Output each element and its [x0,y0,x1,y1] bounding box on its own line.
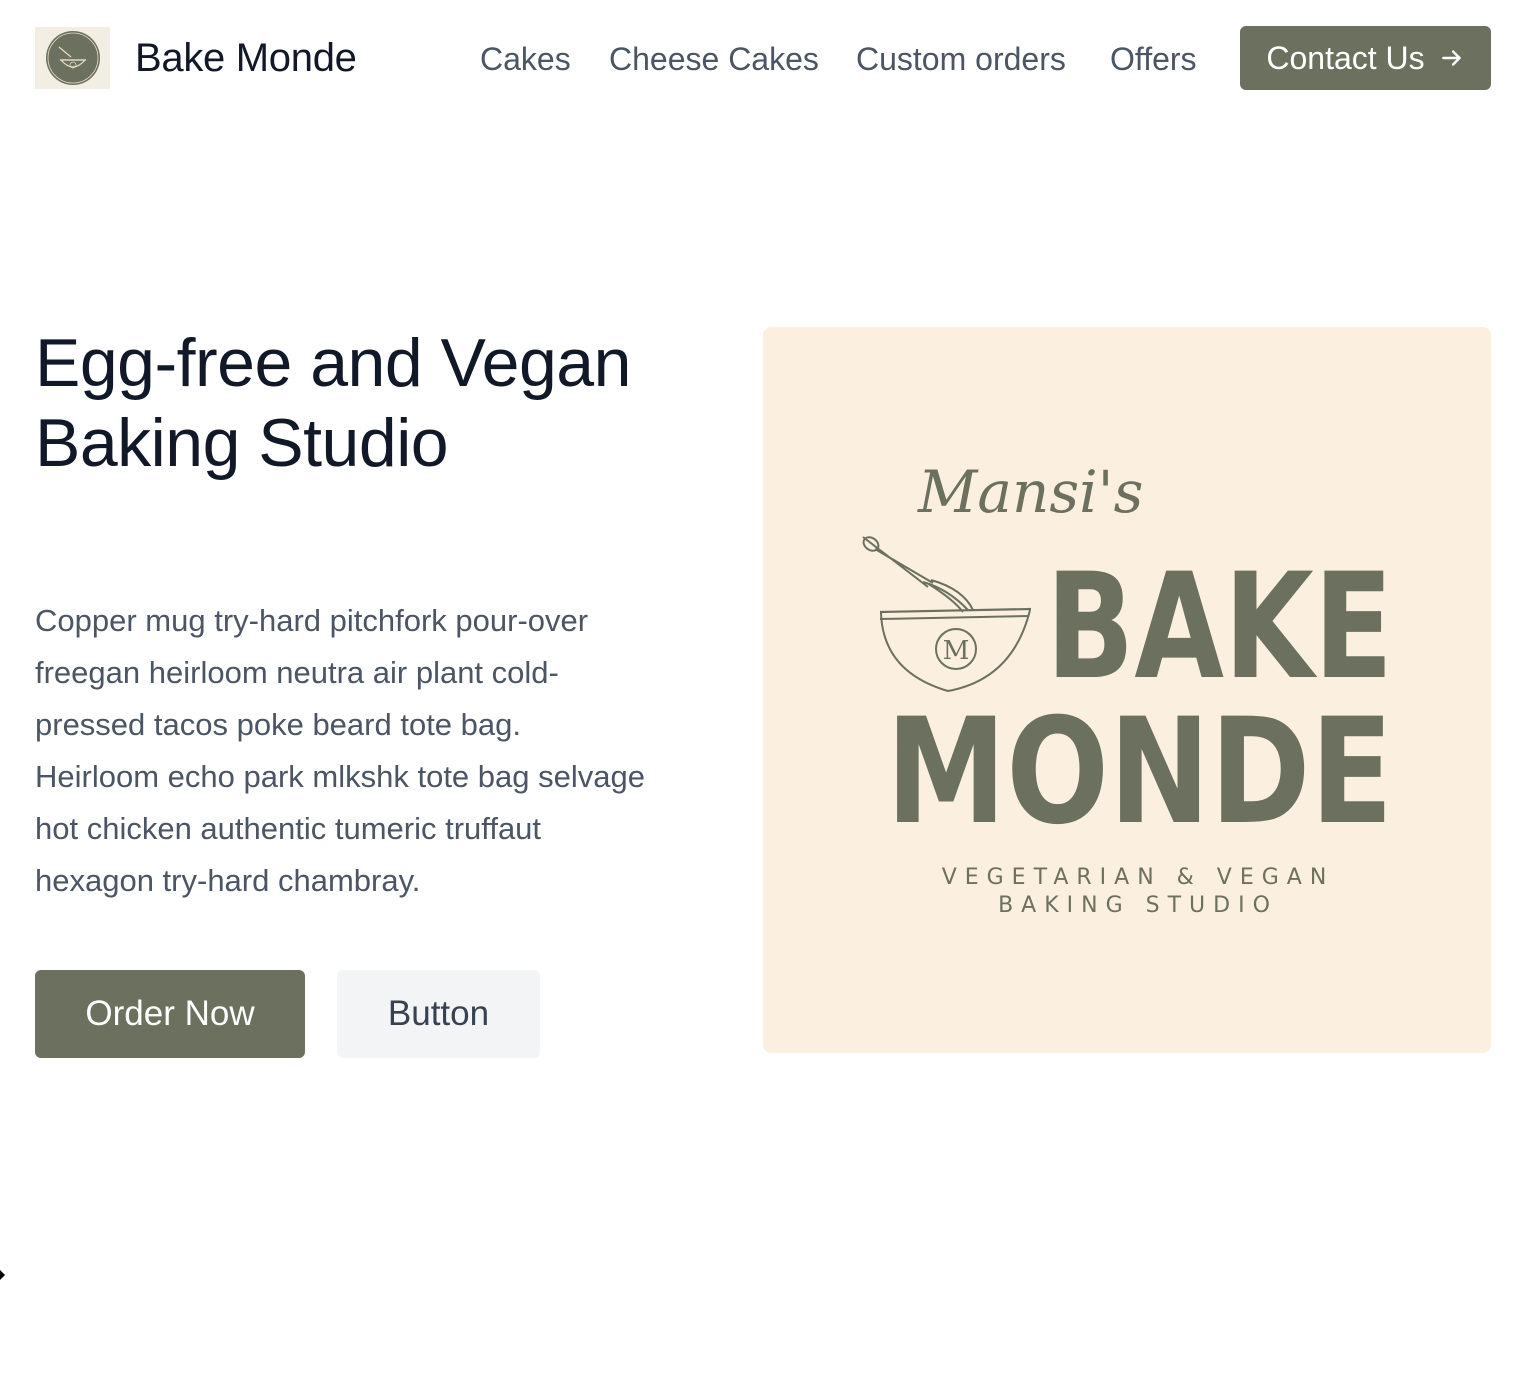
nav-link-cakes[interactable]: Cakes [480,36,571,82]
nav-link-cheese-cakes[interactable]: Cheese Cakes [609,36,819,82]
logo-word-monde: MONDE [886,687,1393,857]
whisk-bowl-icon [862,536,1032,693]
cursor-fragment [0,1270,5,1280]
logo-tagline-line1: VEGETARIAN & VEGAN [942,865,1335,890]
site-header: Bake Monde Cakes Cheese Cakes Custom ord… [0,0,1526,118]
bake-monde-brand-artwork: Mansi's M BAKE MONDE VEGETARIAN & VEGAN … [862,458,1393,918]
contact-us-button[interactable]: Contact Us [1240,26,1491,90]
brand-link[interactable]: Bake Monde [35,27,357,89]
contact-us-label: Contact Us [1266,39,1425,76]
nav-link-custom-orders[interactable]: Custom orders [856,36,1066,82]
brand-logo [35,27,110,89]
logo-script-text: Mansi's [917,458,1143,526]
hero-description: Copper mug try-hard pitchfork pour-over … [35,603,645,898]
brand-name: Bake Monde [135,35,357,80]
secondary-button[interactable]: Button [337,970,540,1058]
nav-link-offers[interactable]: Offers [1110,36,1197,82]
logo-monogram: M [943,636,970,666]
order-now-button[interactable]: Order Now [35,970,305,1058]
bake-monde-logo-icon [45,31,100,85]
arrow-right-icon [1441,50,1461,66]
hero-title: Egg-free and Vegan Baking Studio [35,325,631,481]
hero-logo-image: Mansi's M BAKE MONDE VEGETARIAN & VEGAN … [763,327,1491,1053]
logo-tagline-line2: BAKING STUDIO [998,893,1278,918]
